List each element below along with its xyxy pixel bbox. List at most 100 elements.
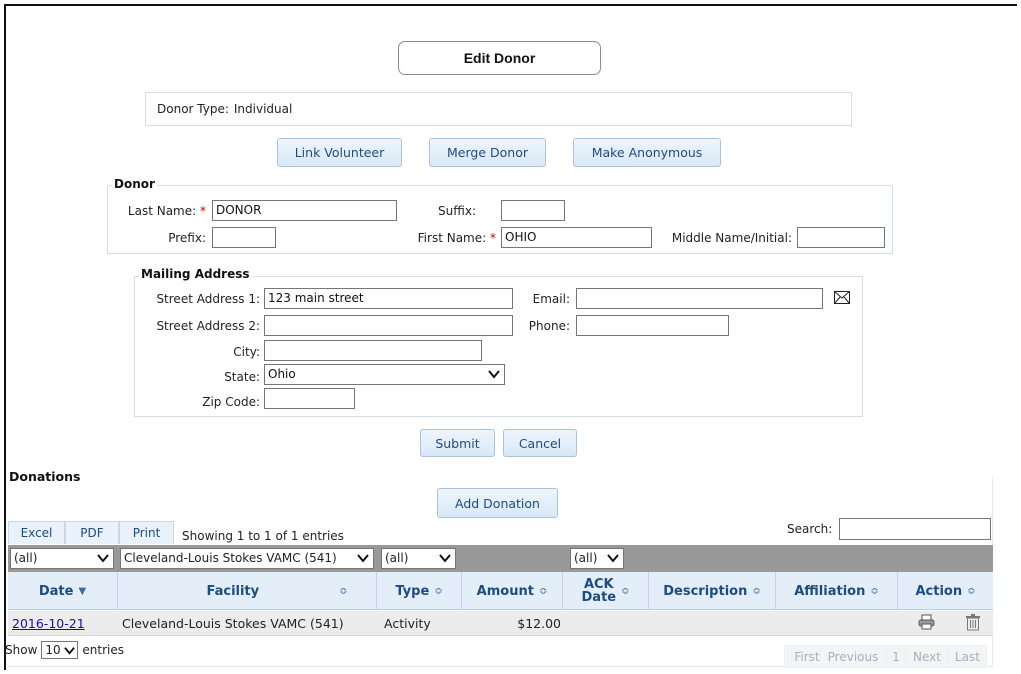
required-marker: * <box>200 204 206 218</box>
column-header-description[interactable]: Description ≎ <box>649 572 776 610</box>
column-header-amount[interactable]: Amount ≎ <box>462 572 563 610</box>
cell-facility: Cleveland-Louis Stokes VAMC (541) <box>122 616 344 631</box>
city-input[interactable] <box>264 340 482 361</box>
excel-export-tab[interactable]: Excel <box>8 521 65 544</box>
column-header-action[interactable]: Action ≎ <box>898 572 993 610</box>
column-header-date[interactable]: Date ▼ <box>8 572 118 610</box>
column-label: Date <box>581 590 617 605</box>
sort-icon: ≎ <box>538 585 548 597</box>
show-label: Show <box>5 643 38 657</box>
link-volunteer-button[interactable]: Link Volunteer <box>277 138 402 167</box>
middle-name-label: Middle Name/Initial: <box>671 231 792 245</box>
sort-icon: ≎ <box>621 585 630 597</box>
suffix-input[interactable] <box>501 200 565 221</box>
sort-icon: ≎ <box>434 585 443 597</box>
type-filter-value: (all) <box>385 551 409 565</box>
mailing-address-legend: Mailing Address <box>139 267 252 281</box>
cell-date[interactable]: 2016-10-21 <box>12 611 85 636</box>
pager-last[interactable]: Last <box>948 645 987 668</box>
column-header-type[interactable]: Type ≎ <box>377 572 462 610</box>
sort-icon: ≎ <box>339 585 348 597</box>
submit-button[interactable]: Submit <box>420 429 495 457</box>
required-marker: * <box>490 231 496 245</box>
email-input[interactable] <box>576 288 823 309</box>
state-label: State: <box>224 370 260 384</box>
sort-icon: ≎ <box>752 585 761 597</box>
chevron-down-icon <box>357 554 369 563</box>
column-label: Facility <box>206 583 260 599</box>
street1-label: Street Address 1: <box>156 292 260 306</box>
chevron-down-icon <box>97 554 109 563</box>
cell-amount: $12.00 <box>517 616 561 631</box>
donor-type-value: Individual <box>233 102 293 116</box>
street2-label: Street Address 2: <box>156 319 260 333</box>
state-select[interactable]: Ohio <box>264 364 505 385</box>
sort-icon: ≎ <box>870 585 879 597</box>
pager-previous[interactable]: Previous <box>820 645 886 668</box>
print-icon[interactable] <box>918 614 935 630</box>
column-label: Type <box>395 583 430 599</box>
phone-input[interactable] <box>576 315 729 336</box>
state-select-value: Ohio <box>268 367 296 381</box>
prefix-label: Prefix: <box>168 231 206 245</box>
trash-icon[interactable] <box>965 613 981 631</box>
pager-page-1[interactable]: 1 <box>886 645 906 668</box>
column-label: Date <box>38 583 74 599</box>
facility-filter-select[interactable]: Cleveland-Louis Stokes VAMC (541) <box>120 548 374 569</box>
facility-filter-value: Cleveland-Louis Stokes VAMC (541) <box>124 551 337 565</box>
date-filter-value: (all) <box>14 551 38 565</box>
date-filter-select[interactable]: (all) <box>10 548 114 569</box>
chevron-down-icon <box>607 554 619 563</box>
pdf-export-tab[interactable]: PDF <box>65 521 119 544</box>
edit-donor-title-button[interactable]: Edit Donor <box>398 41 601 75</box>
ack-date-filter-value: (all) <box>574 551 598 565</box>
column-header-ack-date[interactable]: ACK Date ≎ <box>563 572 649 610</box>
prefix-input[interactable] <box>212 227 276 248</box>
search-input[interactable] <box>839 518 991 540</box>
street1-input[interactable]: 123 main street <box>264 288 513 309</box>
chevron-down-icon <box>488 370 500 379</box>
date-link[interactable]: 2016-10-21 <box>12 616 85 631</box>
sort-desc-icon: ▼ <box>78 585 87 597</box>
middle-name-input[interactable] <box>797 227 885 248</box>
phone-label: Phone: <box>528 319 570 333</box>
column-header-affiliation[interactable]: Affiliation ≎ <box>776 572 898 610</box>
print-export-tab[interactable]: Print <box>119 521 174 544</box>
ack-date-filter-select[interactable]: (all) <box>570 548 624 569</box>
envelope-icon[interactable] <box>834 291 850 304</box>
pager-next[interactable]: Next <box>906 645 948 668</box>
email-label: Email: <box>532 292 570 306</box>
donor-legend: Donor <box>112 177 157 191</box>
sort-icon: ≎ <box>967 585 976 597</box>
column-label: Amount <box>476 583 534 599</box>
column-header-facility[interactable]: Facility ≎ <box>118 572 377 610</box>
donor-type-label: Donor Type: <box>157 102 229 116</box>
street2-input[interactable] <box>264 315 513 336</box>
type-filter-select[interactable]: (all) <box>381 548 456 569</box>
first-name-label: First Name: * <box>417 231 496 245</box>
chevron-down-icon <box>439 554 451 563</box>
zip-input[interactable] <box>264 388 355 409</box>
table-length-control: Show 10 entries <box>5 641 124 659</box>
page-length-select[interactable]: 10 <box>41 641 79 659</box>
suffix-label: Suffix: <box>438 204 476 218</box>
cancel-button[interactable]: Cancel <box>503 429 577 457</box>
make-anonymous-button[interactable]: Make Anonymous <box>573 138 721 167</box>
zip-label: Zip Code: <box>202 395 260 409</box>
add-donation-button[interactable]: Add Donation <box>437 488 558 518</box>
column-label: Description <box>663 583 748 599</box>
last-name-label: Last Name: * <box>127 204 206 218</box>
column-label: Affiliation <box>794 583 866 599</box>
search-label: Search: <box>787 522 833 536</box>
cell-type: Activity <box>384 616 431 631</box>
city-label: City: <box>233 345 260 359</box>
last-name-input[interactable]: DONOR <box>212 200 397 221</box>
chevron-down-icon <box>64 647 76 655</box>
first-name-input[interactable]: OHIO <box>501 227 652 248</box>
column-label: Action <box>915 583 963 599</box>
entries-label: entries <box>82 643 124 657</box>
merge-donor-button[interactable]: Merge Donor <box>429 138 546 167</box>
table-info: Showing 1 to 1 of 1 entries <box>182 529 344 543</box>
donor-type-panel: Donor Type: Individual <box>145 92 852 126</box>
page-length-value: 10 <box>45 643 61 657</box>
